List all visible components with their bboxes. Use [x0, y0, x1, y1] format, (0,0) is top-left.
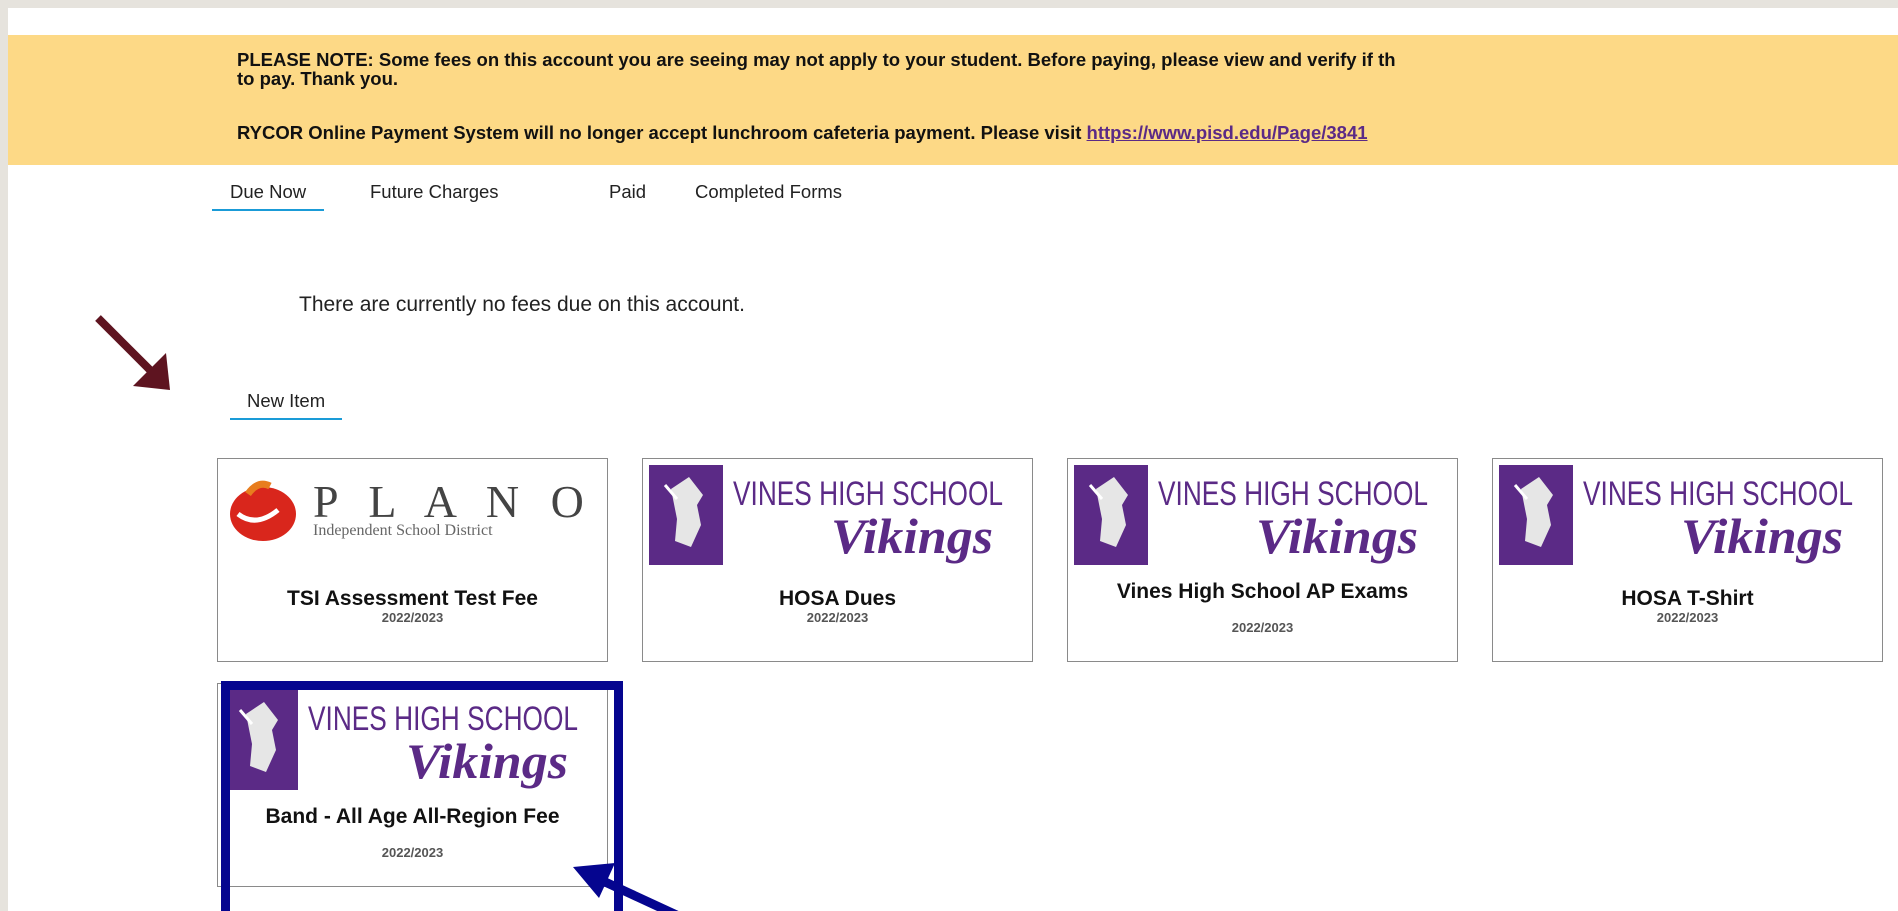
item-card[interactable]: VINES HIGH SCHOOL Vikings Vines High Schoo…	[1067, 458, 1458, 662]
item-year: 2022/2023	[1231, 620, 1294, 635]
notice-banner: PLEASE NOTE: Some fees on this account y…	[8, 35, 1898, 165]
tab-completed-forms[interactable]: Completed Forms	[695, 181, 842, 211]
item-title: HOSA Dues	[778, 587, 897, 610]
vines-vikings-logo: VINES HIGH SCHOOLVikings	[1074, 465, 1428, 565]
page: PLEASE NOTE: Some fees on this account y…	[8, 8, 1898, 911]
vines-vikings-logo: VINES HIGH SCHOOLVikings	[649, 465, 1003, 565]
plano-logo-sub: Independent School District	[313, 522, 493, 539]
tab-future-charges[interactable]: Future Charges	[370, 181, 499, 211]
item-year: 2022/2023	[806, 610, 869, 625]
item-year: 2022/2023	[381, 610, 444, 625]
item-card[interactable]: P L A N O Independent School District TSI …	[217, 458, 608, 662]
item-title: HOSA T-Shirt	[1621, 587, 1754, 610]
vines-vikings-logo: VINES HIGH SCHOOLVikings	[1499, 465, 1853, 565]
item-year: 2022/2023	[1656, 610, 1719, 625]
rycor-note: RYCOR Online Payment System will no long…	[237, 123, 1898, 142]
item-card[interactable]: VINES HIGH SCHOOL Vikings HOSA T-Shirt 2022…	[1492, 458, 1883, 662]
vines-logo-line2: Vikings	[1681, 508, 1843, 564]
pisd-link[interactable]: https://www.pisd.edu/Page/3841	[1087, 122, 1368, 143]
item-title: TSI Assessment Test Fee	[287, 587, 538, 610]
tab-paid[interactable]: Paid	[609, 181, 646, 211]
no-fees-message: There are currently no fees due on this …	[299, 293, 745, 316]
item-title: Vines High School AP Exams	[1116, 580, 1409, 603]
tab-due-now[interactable]: Due Now	[211, 181, 325, 211]
fee-note-line1: PLEASE NOTE: Some fees on this account y…	[237, 49, 1396, 70]
tab-new-item[interactable]: New Item	[229, 390, 343, 420]
item-card[interactable]: VINES HIGH SCHOOL Vikings HOSA Dues 2022/20…	[642, 458, 1033, 662]
vines-logo-line2: Vikings	[831, 508, 993, 564]
plano-isd-logo: P L A N OIndependent School District	[230, 476, 594, 541]
plano-logo-word: P L A N O	[313, 476, 594, 527]
vines-logo-line2: Vikings	[1256, 508, 1418, 564]
maroon-arrow-icon	[95, 315, 170, 390]
fee-note-line2: to pay. Thank you.	[237, 68, 399, 89]
rycor-note-text: RYCOR Online Payment System will no long…	[237, 122, 1087, 143]
blue-arrow-icon	[573, 863, 679, 911]
